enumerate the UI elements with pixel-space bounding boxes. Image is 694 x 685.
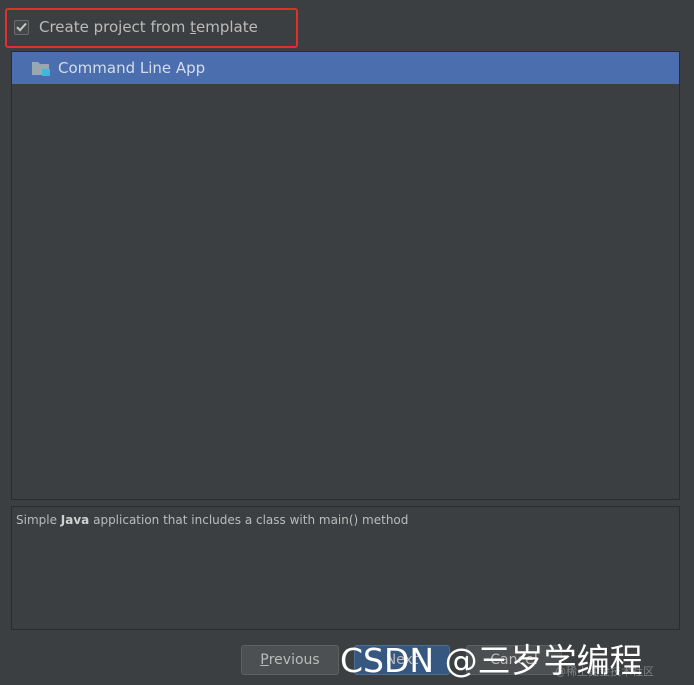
description-bold: Java [60,513,90,527]
label-text-end: emplate [196,18,258,36]
create-from-template-row[interactable]: Create project from template [8,9,292,45]
previous-button[interactable]: Previous [241,645,339,675]
list-item-label: Command Line App [58,59,206,77]
create-from-template-label[interactable]: Create project from template [39,18,258,36]
create-from-template-checkbox[interactable] [14,19,29,35]
list-item-command-line-app[interactable]: Command Line App [12,52,679,84]
csdn-watermark: CSDN @三岁学编程 [340,641,643,680]
previous-mnemonic: P [260,652,269,668]
previous-label: revious [268,652,320,668]
folder-icon [31,59,51,77]
template-description: Simple Java application that includes a … [11,506,680,630]
label-text-start: Create project from [39,18,191,36]
description-prefix: Simple [16,513,61,527]
description-suffix: application that includes a class with m… [89,513,409,527]
checkmark-icon [16,22,27,32]
template-list[interactable]: Command Line App [11,51,680,500]
